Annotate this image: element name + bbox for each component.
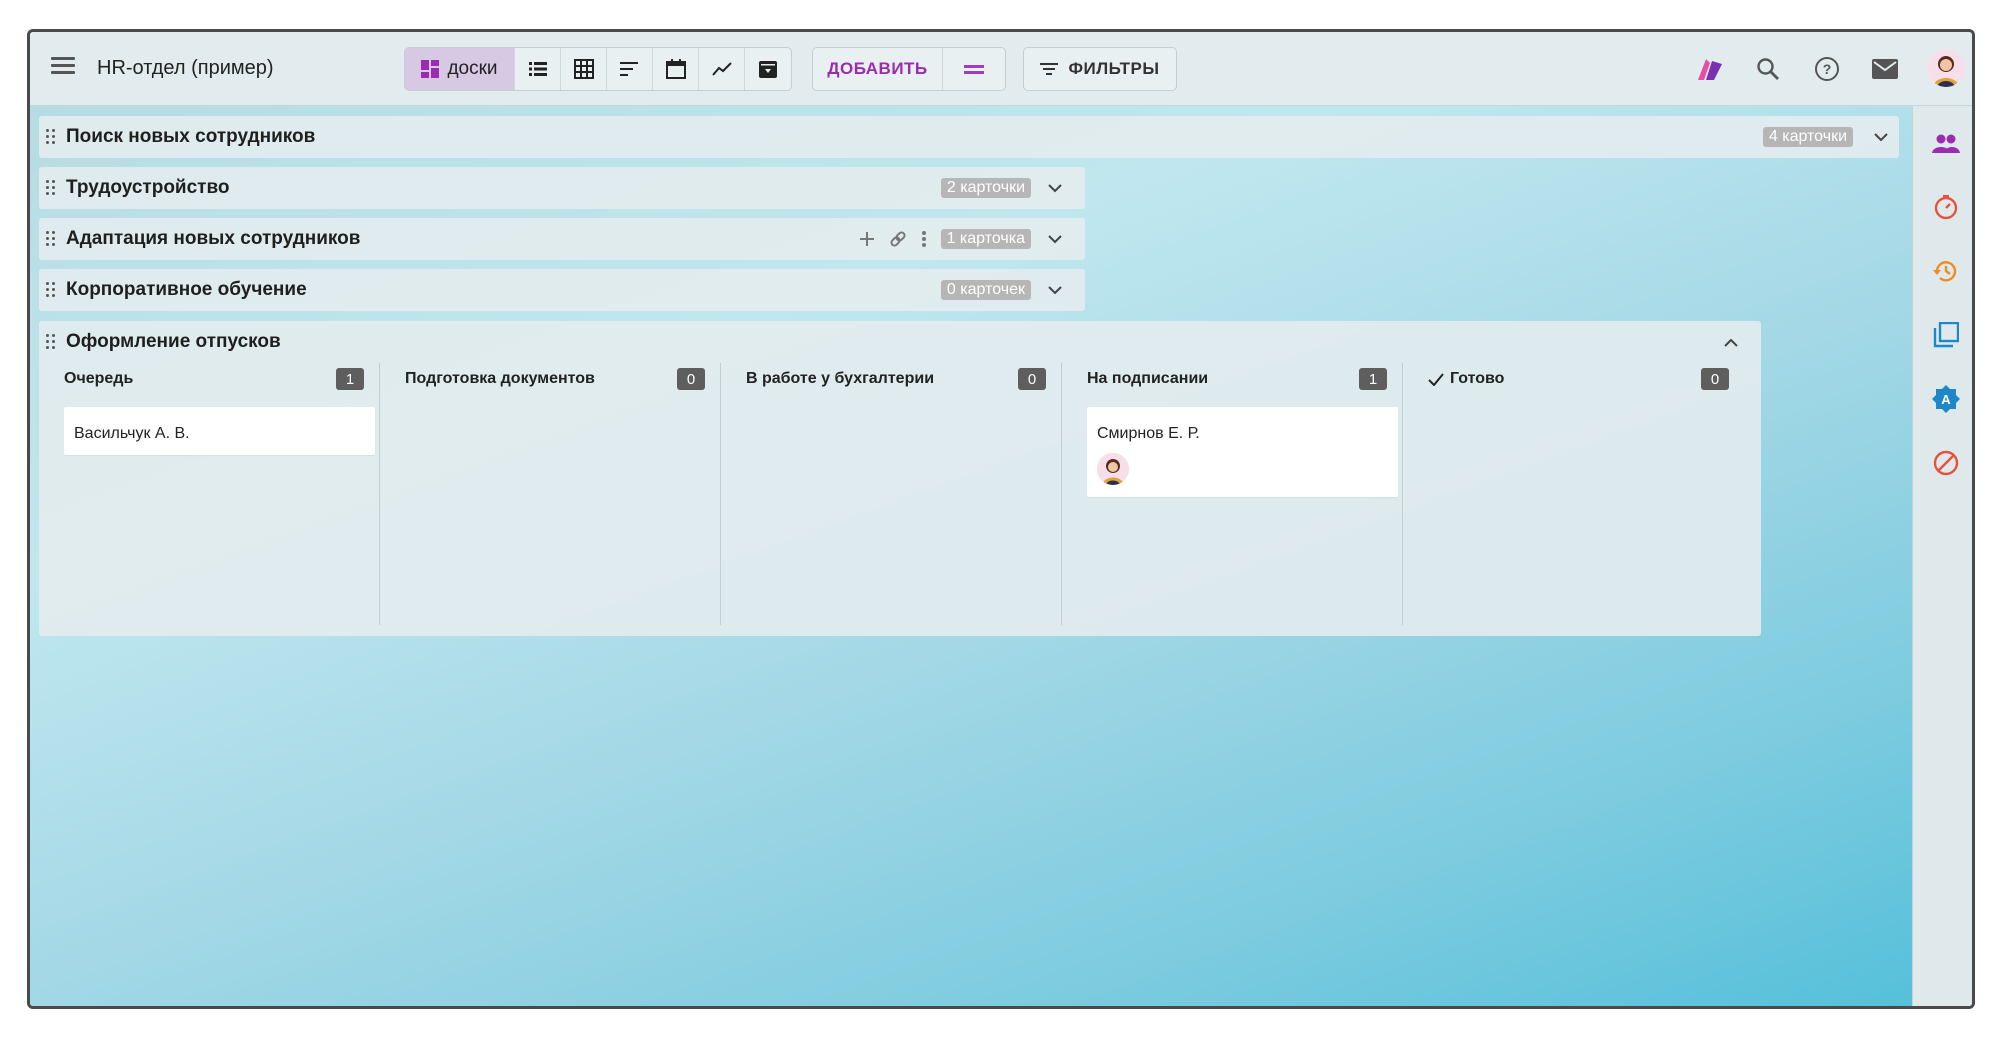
add-icon[interactable] — [859, 231, 875, 247]
sort-icon — [619, 62, 638, 76]
brand-logo-icon[interactable] — [1693, 52, 1727, 86]
column-header[interactable]: Очередь 1 — [64, 365, 364, 393]
add-button[interactable]: ДОБАВИТЬ — [813, 48, 943, 90]
column-count-badge: 0 — [1018, 368, 1046, 390]
drag-handle-icon[interactable] — [46, 180, 56, 196]
column-header[interactable]: На подписании 1 — [1087, 365, 1387, 393]
view-table-button[interactable] — [561, 48, 607, 90]
column-title: Готово — [1428, 370, 1701, 388]
view-chart-button[interactable] — [699, 48, 745, 90]
search-icon[interactable] — [1751, 52, 1785, 86]
chevron-down-icon[interactable] — [1045, 280, 1065, 300]
right-sidebar: A — [1912, 106, 1972, 1006]
add-group: ДОБАВИТЬ — [812, 47, 1006, 91]
lane-header[interactable]: Поиск новых сотрудников 4 карточки — [39, 116, 1899, 158]
lane-title: Трудоустройство — [66, 177, 230, 198]
boards-icon — [421, 60, 440, 78]
lane-title: Поиск новых сотрудников — [66, 126, 316, 147]
board-header[interactable]: Оформление отпусков — [39, 321, 1761, 363]
archive-icon — [759, 61, 777, 78]
drag-handle-icon[interactable] — [46, 282, 56, 298]
lane-card-count: 4 карточки — [1762, 127, 1853, 147]
view-calendar-button[interactable] — [653, 48, 699, 90]
user-avatar[interactable] — [1927, 49, 1965, 87]
blocked-icon[interactable] — [1929, 446, 1963, 480]
app-window: HR-отдел (пример) доски ДОБАВИТЬ ФИЛЬТРЫ… — [27, 29, 1975, 1009]
mail-icon[interactable] — [1868, 52, 1902, 86]
lane-title: Корпоративное обучение — [66, 279, 307, 300]
check-icon — [1428, 372, 1444, 386]
lane-card-count: 1 карточка — [940, 229, 1031, 249]
column-count-badge: 1 — [336, 368, 364, 390]
timer-icon[interactable] — [1929, 190, 1963, 224]
view-boards-button[interactable]: доски — [405, 48, 515, 90]
column-header[interactable]: В работе у бухгалтерии 0 — [746, 365, 1046, 393]
view-boards-label: доски — [447, 58, 498, 79]
drag-handle-icon[interactable] — [46, 231, 56, 247]
view-sort-button[interactable] — [607, 48, 653, 90]
column-title: Подготовка документов — [405, 370, 595, 387]
lane-card-count: 0 карточек — [940, 280, 1031, 300]
drag-handle-icon[interactable] — [46, 334, 56, 350]
column-title: Очередь — [64, 370, 134, 387]
card-owner-avatar[interactable] — [1097, 453, 1129, 485]
column-count-badge: 1 — [1359, 368, 1387, 390]
copy-icon[interactable] — [1929, 318, 1963, 352]
column-count-badge: 0 — [1701, 368, 1729, 390]
view-list-button[interactable] — [515, 48, 561, 90]
column-done: Готово 0 — [1403, 363, 1744, 625]
users-icon[interactable] — [1929, 126, 1963, 160]
chevron-down-icon[interactable] — [1045, 178, 1065, 198]
lane-title: Адаптация новых сотрудников — [66, 228, 361, 249]
lane-card-count: 2 карточки — [940, 178, 1031, 198]
expanded-board: Оформление отпусков Очередь 1 Васильчук … — [39, 321, 1761, 636]
lane-header[interactable]: Корпоративное обучение 0 карточек — [39, 269, 1085, 311]
more-vertical-icon[interactable] — [921, 230, 927, 248]
column-accounting: В работе у бухгалтерии 0 — [721, 363, 1062, 625]
column-docs-prep: Подготовка документов 0 — [380, 363, 721, 625]
svg-text:?: ? — [1823, 61, 1832, 77]
view-archive-button[interactable] — [745, 48, 791, 90]
lane-tools — [859, 230, 927, 248]
column-header[interactable]: Подготовка документов 0 — [405, 365, 705, 393]
filters-label: ФИЛЬТРЫ — [1068, 59, 1160, 78]
hamburger-menu-icon[interactable] — [48, 53, 78, 83]
chevron-down-icon[interactable] — [1045, 229, 1065, 249]
column-queue: Очередь 1 Васильчук А. В. — [39, 363, 380, 625]
calendar-icon — [665, 59, 686, 79]
column-header[interactable]: Готово 0 — [1428, 365, 1729, 393]
add-options-button[interactable] — [943, 48, 1005, 90]
column-count-badge: 0 — [677, 368, 705, 390]
history-icon[interactable] — [1929, 254, 1963, 288]
space-title: HR-отдел (пример) — [97, 57, 274, 79]
card-title: Смирнов Е. Р. — [1097, 425, 1200, 442]
chart-icon — [711, 62, 732, 76]
link-icon[interactable] — [889, 230, 907, 248]
column-title: На подписании — [1087, 370, 1209, 387]
svg-text:A: A — [1941, 392, 1951, 407]
chevron-down-icon[interactable] — [1871, 127, 1891, 147]
help-icon[interactable]: ? — [1810, 52, 1844, 86]
view-switcher: доски — [404, 47, 792, 91]
filter-icon — [1040, 63, 1059, 75]
drag-handle-icon[interactable] — [46, 129, 56, 145]
column-title-text: Готово — [1450, 370, 1505, 387]
card-title: Васильчук А. В. — [74, 425, 190, 442]
badge-icon[interactable]: A — [1929, 382, 1963, 416]
table-icon — [573, 59, 594, 79]
board-area: Поиск новых сотрудников 4 карточки Трудо… — [30, 106, 1912, 1006]
board-title: Оформление отпусков — [66, 331, 281, 352]
card[interactable]: Васильчук А. В. — [64, 407, 375, 455]
lane-header[interactable]: Адаптация новых сотрудников 1 карточка — [39, 218, 1085, 260]
card[interactable]: Смирнов Е. Р. — [1087, 407, 1398, 497]
lane-header[interactable]: Трудоустройство 2 карточки — [39, 167, 1085, 209]
board-columns: Очередь 1 Васильчук А. В. Подготовка док… — [39, 363, 1761, 625]
chevron-up-icon[interactable] — [1721, 332, 1741, 352]
column-signing: На подписании 1 Смирнов Е. Р. — [1062, 363, 1403, 625]
equal-icon — [964, 64, 984, 68]
filters-button[interactable]: ФИЛЬТРЫ — [1023, 47, 1177, 91]
list-icon — [528, 62, 547, 76]
column-title: В работе у бухгалтерии — [746, 370, 935, 387]
top-toolbar: HR-отдел (пример) доски ДОБАВИТЬ ФИЛЬТРЫ… — [30, 32, 1972, 106]
